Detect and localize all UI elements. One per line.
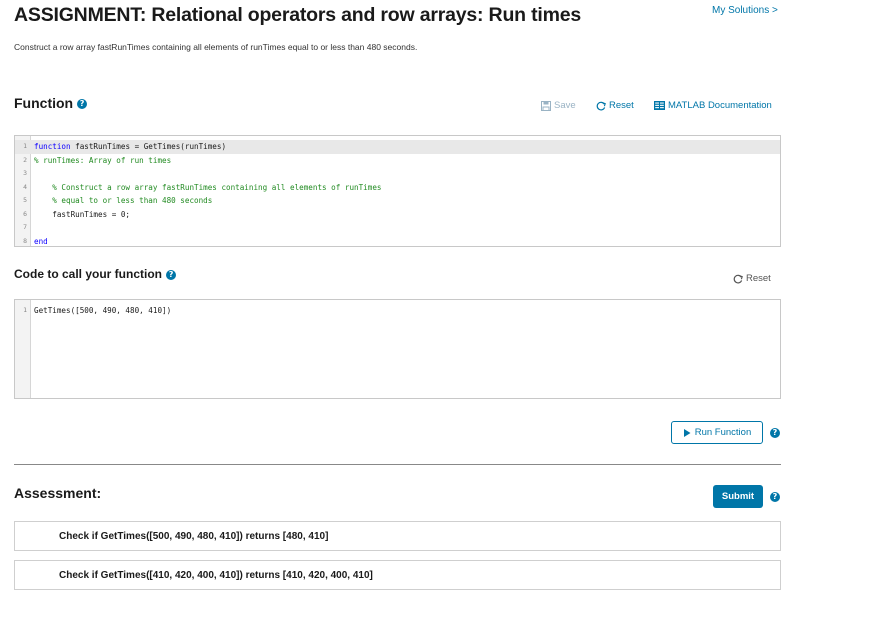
line-number: 6 xyxy=(23,209,27,218)
code-text: end xyxy=(34,236,48,246)
code-text: fastRunTimes = 0; xyxy=(34,209,131,219)
line-number: 1 xyxy=(23,142,27,150)
code-line[interactable]: 1 function fastRunTimes = GetTimes(runTim… xyxy=(15,140,780,154)
line-number: 4 xyxy=(23,182,27,191)
help-icon[interactable]: ? xyxy=(770,492,780,502)
function-reset-button[interactable]: Reset xyxy=(596,100,634,111)
code-text: function fastRunTimes = GetTimes(runTime… xyxy=(34,142,227,151)
function-section-title: Function? xyxy=(14,95,88,111)
help-icon[interactable]: ? xyxy=(770,428,780,438)
code-text: % equal to or less than 480 seconds xyxy=(34,196,213,205)
code-text: % Construct a row array fastRunTimes con… xyxy=(34,182,382,192)
code-line[interactable]: 5 % equal to or less than 480 seconds xyxy=(15,194,780,208)
assessment-test-row[interactable]: Check if GetTimes([500, 490, 480, 410]) … xyxy=(14,521,781,551)
section-divider xyxy=(14,464,781,465)
assessment-title: Assessment: xyxy=(14,485,102,501)
code-line[interactable]: 6 fastRunTimes = 0; xyxy=(15,208,780,222)
assessment-test-row[interactable]: Check if GetTimes([410, 420, 400, 410]) … xyxy=(14,560,781,590)
line-number: 1 xyxy=(23,306,27,314)
run-function-label: Run Function xyxy=(694,427,752,438)
run-function-button[interactable]: Run Function xyxy=(671,421,763,444)
code-line[interactable]: 2 % runTimes: Array of run times xyxy=(15,154,780,168)
my-solutions-link[interactable]: My Solutions > xyxy=(712,5,778,16)
function-title-text: Function xyxy=(14,95,74,111)
call-code-editor[interactable]: 1 GetTimes([500, 490, 480, 410]) xyxy=(14,299,781,399)
code-line[interactable]: 1 GetTimes([500, 490, 480, 410]) xyxy=(15,304,780,318)
page-title: ASSIGNMENT: Relational operators and row… xyxy=(14,4,582,26)
save-label: Save xyxy=(554,100,576,111)
assignment-description: Construct a row array fastRunTimes conta… xyxy=(14,42,418,52)
call-section-title: Code to call your function? xyxy=(14,267,177,281)
documentation-icon xyxy=(654,101,665,110)
call-reset-label: Reset xyxy=(746,273,771,284)
reset-arrow-icon xyxy=(596,101,606,111)
reset-arrow-icon xyxy=(733,274,743,284)
save-disk-icon xyxy=(541,100,551,111)
line-number: 8 xyxy=(23,236,27,245)
submit-button[interactable]: Submit xyxy=(713,485,763,508)
call-reset-button[interactable]: Reset xyxy=(733,273,771,284)
code-line[interactable]: 8 end xyxy=(15,235,780,249)
function-code-editor[interactable]: 1 function fastRunTimes = GetTimes(runTim… xyxy=(14,135,781,247)
help-icon[interactable]: ? xyxy=(77,99,88,110)
code-text: GetTimes([500, 490, 480, 410]) xyxy=(34,306,172,315)
code-line[interactable]: 7 xyxy=(15,221,780,235)
code-text: % runTimes: Array of run times xyxy=(34,155,172,165)
function-reset-label: Reset xyxy=(609,100,634,111)
assessment-test-label: Check if GetTimes([500, 490, 480, 410]) … xyxy=(59,531,329,542)
code-line[interactable]: 4 % Construct a row array fastRunTimes c… xyxy=(15,181,780,195)
assessment-test-label: Check if GetTimes([410, 420, 400, 410]) … xyxy=(59,570,373,581)
line-number: 3 xyxy=(23,169,27,177)
line-number: 2 xyxy=(23,155,27,164)
play-icon xyxy=(683,428,691,437)
call-title-text: Code to call your function xyxy=(14,267,163,281)
code-line[interactable]: 3 xyxy=(15,167,780,181)
documentation-label: MATLAB Documentation xyxy=(668,100,772,111)
matlab-documentation-link[interactable]: MATLAB Documentation xyxy=(654,100,772,111)
line-number: 7 xyxy=(23,223,27,231)
help-icon[interactable]: ? xyxy=(166,269,177,280)
line-number: 5 xyxy=(23,196,27,204)
save-button[interactable]: Save xyxy=(541,100,576,111)
